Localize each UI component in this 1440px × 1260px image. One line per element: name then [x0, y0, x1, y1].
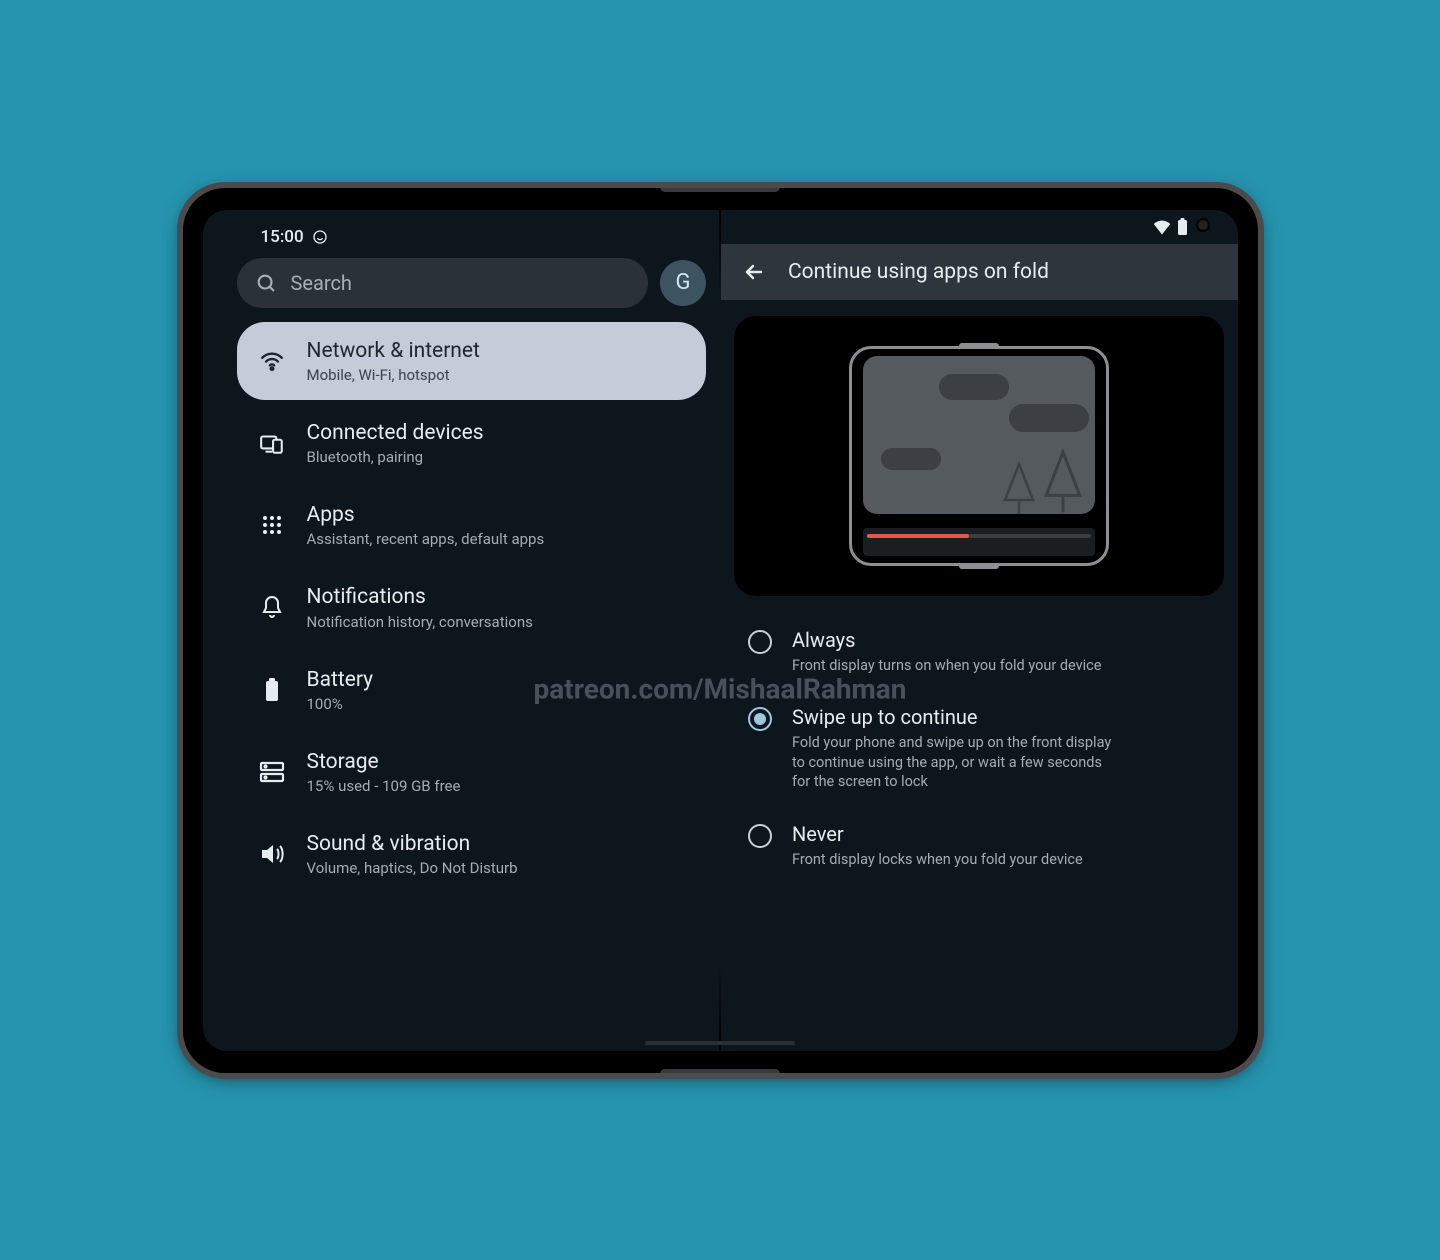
settings-item-battery[interactable]: Battery 100%: [237, 651, 707, 729]
back-button[interactable]: [742, 260, 766, 284]
radio-icon: [748, 630, 772, 654]
radio-icon: [748, 824, 772, 848]
settings-item-subtitle: Assistant, recent apps, default apps: [307, 530, 545, 548]
search-icon: [255, 272, 277, 294]
settings-item-network[interactable]: Network & internet Mobile, Wi-Fi, hotspo…: [237, 322, 707, 400]
apps-icon: [257, 510, 287, 540]
settings-list: Network & internet Mobile, Wi-Fi, hotspo…: [237, 322, 707, 1041]
option-always[interactable]: Always Front display turns on when you f…: [734, 616, 1224, 688]
settings-item-title: Apps: [307, 502, 545, 528]
screen: 15:00 Search G Network & i: [203, 210, 1238, 1051]
status-time: 15:00: [261, 227, 304, 247]
options-list: Always Front display turns on when you f…: [734, 616, 1224, 882]
navigation-handle[interactable]: [645, 1041, 795, 1045]
settings-item-subtitle: Bluetooth, pairing: [307, 448, 484, 466]
detail-title: Continue using apps on fold: [788, 260, 1049, 284]
search-input[interactable]: Search: [237, 258, 649, 308]
battery-status-icon: [1177, 218, 1188, 236]
settings-list-pane: 15:00 Search G Network & i: [203, 210, 721, 1051]
battery-icon: [257, 675, 287, 705]
detail-body: Always Front display turns on when you f…: [720, 300, 1238, 1051]
settings-detail-pane: Continue using apps on fold: [720, 210, 1238, 1051]
back-arrow-icon: [742, 260, 766, 284]
settings-item-subtitle: Volume, haptics, Do Not Disturb: [307, 859, 518, 877]
search-row: Search G: [237, 258, 707, 308]
settings-item-subtitle: Notification history, conversations: [307, 613, 533, 631]
option-swipe-up[interactable]: Swipe up to continue Fold your phone and…: [734, 693, 1224, 804]
settings-item-connected-devices[interactable]: Connected devices Bluetooth, pairing: [237, 404, 707, 482]
storage-icon: [257, 757, 287, 787]
option-title: Swipe up to continue: [792, 705, 1112, 729]
device-frame: 15:00 Search G Network & i: [183, 188, 1258, 1073]
wifi-icon: [257, 346, 287, 376]
status-bar-left: 15:00: [237, 220, 707, 254]
option-subtitle: Front display locks when you fold your d…: [792, 850, 1083, 870]
settings-item-subtitle: Mobile, Wi-Fi, hotspot: [307, 366, 480, 384]
option-title: Always: [792, 628, 1101, 652]
settings-item-storage[interactable]: Storage 15% used - 109 GB free: [237, 733, 707, 811]
status-icon: [312, 229, 328, 245]
devices-icon: [257, 428, 287, 458]
option-never[interactable]: Never Front display locks when you fold …: [734, 810, 1224, 882]
profile-avatar[interactable]: G: [660, 260, 706, 306]
settings-item-title: Notifications: [307, 584, 533, 610]
settings-item-title: Storage: [307, 749, 461, 775]
option-title: Never: [792, 822, 1083, 846]
settings-item-sound[interactable]: Sound & vibration Volume, haptics, Do No…: [237, 815, 707, 893]
hinge-top: [660, 188, 780, 192]
avatar-letter: G: [676, 270, 691, 295]
settings-item-subtitle: 15% used - 109 GB free: [307, 777, 461, 795]
illustration-card: [734, 316, 1224, 596]
status-bar-right: [720, 210, 1238, 244]
wifi-status-icon: [1153, 219, 1171, 235]
front-camera: [1196, 218, 1210, 232]
radio-icon: [748, 707, 772, 731]
option-subtitle: Front display turns on when you fold you…: [792, 656, 1101, 676]
fold-illustration: [849, 346, 1109, 566]
settings-item-apps[interactable]: Apps Assistant, recent apps, default app…: [237, 486, 707, 564]
hinge-bottom: [660, 1069, 780, 1073]
settings-item-title: Sound & vibration: [307, 831, 518, 857]
settings-item-notifications[interactable]: Notifications Notification history, conv…: [237, 568, 707, 646]
bell-icon: [257, 592, 287, 622]
option-subtitle: Fold your phone and swipe up on the fron…: [792, 733, 1112, 792]
settings-item-title: Connected devices: [307, 420, 484, 446]
detail-header: Continue using apps on fold: [720, 244, 1238, 300]
settings-item-title: Battery: [307, 667, 374, 693]
search-placeholder: Search: [291, 271, 352, 295]
settings-item-subtitle: 100%: [307, 695, 374, 713]
settings-item-title: Network & internet: [307, 338, 480, 364]
sound-icon: [257, 839, 287, 869]
